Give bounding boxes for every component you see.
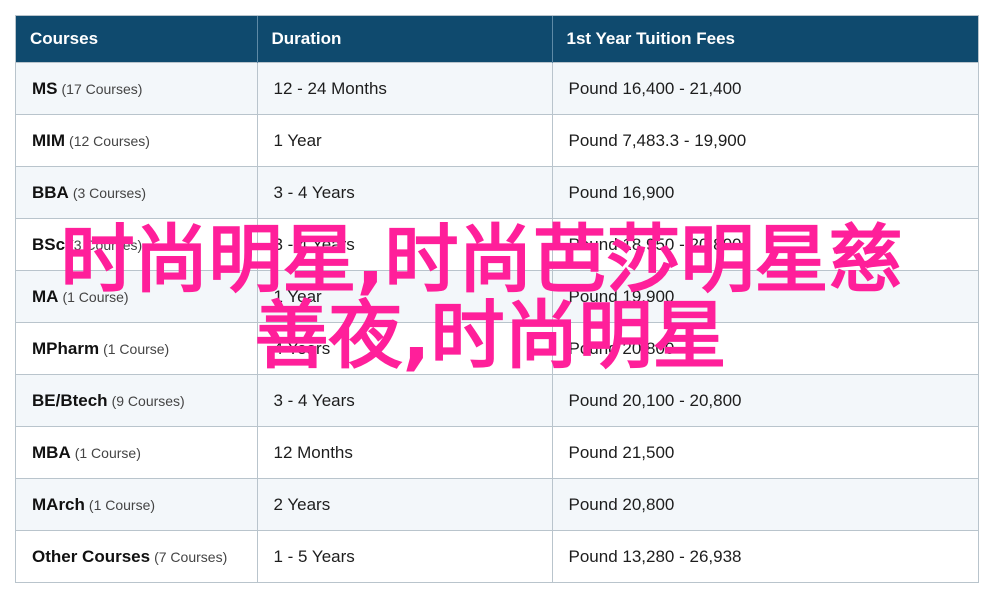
duration-cell: 4 Years: [257, 322, 553, 375]
fees-cell: Pound 16,900: [552, 166, 978, 219]
course-count: (17 Courses): [61, 80, 143, 97]
fees-cell: Pound 18,950 - 20,800: [552, 218, 978, 271]
course-name[interactable]: BSc: [32, 235, 65, 254]
fees-cell: Pound 13,280 - 26,938: [552, 530, 978, 582]
course-count: (1 Course): [74, 444, 141, 461]
course-name[interactable]: MA: [32, 287, 58, 306]
course-cell: BSc (3 Courses): [16, 218, 258, 271]
tuition-table-container: Courses Duration 1st Year Tuition Fees M…: [15, 15, 979, 583]
duration-cell: 2 Years: [257, 478, 553, 531]
course-cell: MBA (1 Course): [16, 426, 258, 479]
course-name[interactable]: MArch: [32, 495, 85, 514]
course-count: (3 Courses): [72, 184, 146, 201]
course-count: (1 Course): [88, 496, 156, 513]
course-name[interactable]: BBA: [32, 183, 69, 202]
duration-cell: 3 - 4 Years: [257, 166, 553, 219]
header-tuition-fees: 1st Year Tuition Fees: [552, 16, 978, 63]
header-row: Courses Duration 1st Year Tuition Fees: [16, 16, 978, 63]
duration-cell: 3 - 4 Years: [257, 218, 553, 271]
table-row: MArch (1 Course) 2 Years Pound 20,800: [16, 478, 978, 531]
course-cell: MA (1 Course): [16, 270, 258, 323]
course-name[interactable]: Other Courses: [32, 547, 150, 566]
duration-cell: 3 - 4 Years: [257, 374, 553, 427]
fees-cell: Pound 7,483.3 - 19,900: [552, 114, 978, 167]
table-body: MS (17 Courses) 12 - 24 Months Pound 16,400…: [16, 62, 978, 582]
course-name[interactable]: MIM: [32, 131, 65, 150]
course-name[interactable]: MS: [32, 79, 58, 98]
table-row: MPharm (1 Course) 4 Years Pound 20,800: [16, 322, 978, 375]
fees-cell: Pound 20,800: [552, 322, 978, 375]
duration-cell: 12 Months: [257, 426, 553, 479]
table-row: MA (1 Course) 1 Year Pound 19,900: [16, 270, 978, 323]
course-cell: BE/Btech (9 Courses): [16, 374, 258, 427]
header-duration: Duration: [257, 16, 553, 63]
course-count: (12 Courses): [69, 132, 150, 149]
fees-cell: Pound 21,500: [552, 426, 978, 479]
fees-cell: Pound 20,100 - 20,800: [552, 374, 978, 427]
course-name[interactable]: MBA: [32, 443, 71, 462]
table-header: Courses Duration 1st Year Tuition Fees: [16, 16, 978, 63]
tuition-table: Courses Duration 1st Year Tuition Fees M…: [16, 16, 978, 582]
duration-cell: 1 Year: [257, 114, 553, 167]
course-cell: MS (17 Courses): [16, 62, 258, 115]
table-row: BSc (3 Courses) 3 - 4 Years Pound 18,950 - …: [16, 218, 978, 271]
course-name[interactable]: BE/Btech: [32, 391, 108, 410]
course-name[interactable]: MPharm: [32, 339, 99, 358]
fees-cell: Pound 19,900: [552, 270, 978, 323]
table-row: MS (17 Courses) 12 - 24 Months Pound 16,400…: [16, 62, 978, 115]
course-cell: BBA (3 Courses): [16, 166, 258, 219]
table-row: BBA (3 Courses) 3 - 4 Years Pound 16,900: [16, 166, 978, 219]
course-count: (1 Course): [103, 340, 170, 357]
course-cell: MPharm (1 Course): [16, 322, 258, 375]
table-row: Other Courses (7 Courses) 1 - 5 Years Pound…: [16, 530, 978, 582]
table-row: MBA (1 Course) 12 Months Pound 21,500: [16, 426, 978, 479]
fees-cell: Pound 16,400 - 21,400: [552, 62, 978, 115]
duration-cell: 1 - 5 Years: [257, 530, 553, 582]
fees-cell: Pound 20,800: [552, 478, 978, 531]
course-cell: Other Courses (7 Courses): [16, 530, 258, 582]
table-row: BE/Btech (9 Courses) 3 - 4 Years Pound 20,1…: [16, 374, 978, 427]
course-count: (3 Courses): [69, 236, 143, 253]
course-count: (7 Courses): [154, 548, 228, 565]
table-row: MIM (12 Courses) 1 Year Pound 7,483.3 - 19,…: [16, 114, 978, 167]
course-cell: MIM (12 Courses): [16, 114, 258, 167]
course-count: (9 Courses): [111, 392, 185, 409]
duration-cell: 12 - 24 Months: [257, 62, 553, 115]
course-count: (1 Course): [62, 288, 129, 305]
header-courses: Courses: [16, 16, 258, 63]
duration-cell: 1 Year: [257, 270, 553, 323]
course-cell: MArch (1 Course): [16, 478, 258, 531]
